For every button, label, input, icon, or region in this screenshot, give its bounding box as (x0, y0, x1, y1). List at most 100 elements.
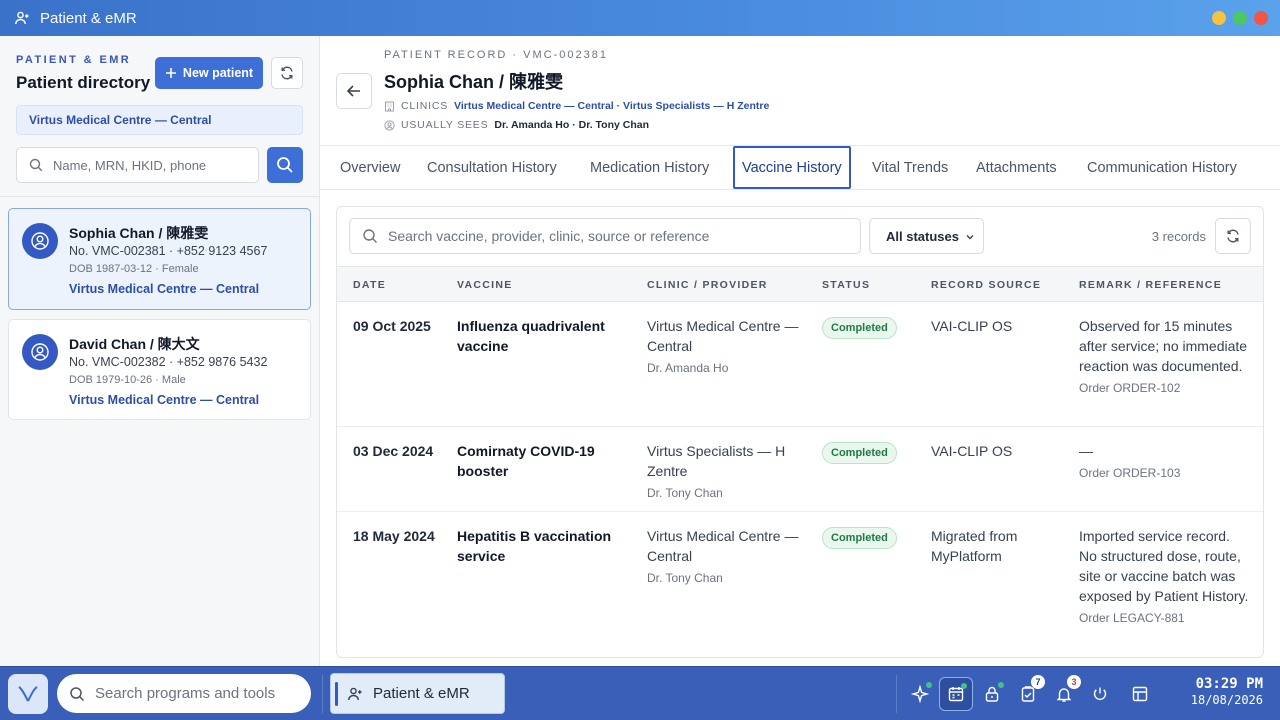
avatar (22, 223, 58, 259)
row-remark: Observed for 15 minutes after service; n… (1079, 316, 1249, 398)
row-source: VAI-CLIP OS (931, 318, 1013, 334)
refresh-directory-button[interactable] (271, 57, 303, 89)
patient-record-main: PATIENT RECORD · VMC-002381 Sophia Chan … (320, 36, 1280, 666)
vaccine-search-placeholder: Search vaccine, provider, clinic, source… (388, 228, 710, 244)
col-clinic-provider: CLINIC / PROVIDER (647, 279, 768, 291)
status-dot (998, 682, 1004, 688)
tab-overview[interactable]: Overview (340, 146, 400, 189)
power-icon (1093, 687, 1107, 701)
row-remark-text: — (1079, 443, 1093, 459)
status-filter-value: All statuses (886, 228, 959, 244)
table-row[interactable]: 03 Dec 2024 Comirnaty COVID-19 booster V… (337, 427, 1263, 512)
system-tray: 7 3 (896, 674, 1160, 714)
row-clinic: Virtus Medical Centre — Central (647, 318, 799, 354)
table-header: DATE VACCINE CLINIC / PROVIDER STATUS RE… (337, 266, 1263, 302)
record-clinics: CLINICS Virtus Medical Centre — Central … (384, 100, 769, 112)
taskbar-search-input[interactable]: Search programs and tools (57, 674, 311, 713)
patient-dob: DOB 1987-03-12 · Female (69, 263, 199, 275)
start-button[interactable] (8, 674, 48, 714)
status-badge: Completed (822, 317, 897, 339)
tab-communication-history[interactable]: Communication History (1087, 146, 1237, 189)
row-date: 18 May 2024 (353, 528, 435, 544)
patient-name: Sophia Chan / 陳雅雯 (69, 225, 209, 241)
status-badge: Completed (822, 527, 897, 549)
tab-medication-history[interactable]: Medication History (590, 146, 709, 189)
lock-button[interactable] (975, 677, 1009, 711)
new-patient-button[interactable]: New patient (155, 57, 263, 89)
tab-vital-trends[interactable]: Vital Trends (872, 146, 948, 189)
clock-time: 03:29 PM (1195, 676, 1263, 692)
maximize-button[interactable] (1233, 11, 1247, 25)
taskbar-app-label: Patient & eMR (373, 685, 470, 702)
row-source: Migrated from MyPlatform (931, 528, 1018, 564)
record-title: Sophia Chan / 陳雅雯 (384, 72, 564, 92)
search-icon (70, 686, 85, 701)
notifications-button[interactable]: 3 (1047, 675, 1081, 711)
vaccine-search-input[interactable]: Search vaccine, provider, clinic, source… (349, 218, 861, 254)
active-indicator (335, 682, 338, 706)
tasks-button[interactable]: 7 (1011, 675, 1045, 711)
tab-consultation-history[interactable]: Consultation History (427, 146, 557, 189)
building-icon (385, 101, 394, 111)
patient-card-sophia-chan[interactable]: Sophia Chan / 陳雅雯 No. VMC-002381 · +852 … (8, 208, 311, 310)
new-patient-label: New patient (182, 66, 254, 80)
tasks-count-badge: 7 (1031, 675, 1045, 689)
user-icon (31, 343, 49, 361)
col-remark-reference: REMARK / REFERENCE (1079, 279, 1222, 291)
clock-date: 18/08/2026 (1190, 693, 1263, 707)
calendar-button[interactable] (939, 677, 973, 711)
taskbar-clock[interactable]: 03:29 PM 18/08/2026 (1191, 676, 1263, 707)
row-order-ref: Order ORDER-103 (1079, 466, 1181, 480)
table-row[interactable]: 09 Oct 2025 Influenza quadrivalent vacci… (337, 302, 1263, 427)
patient-search-placeholder: Name, MRN, HKID, phone (53, 157, 207, 173)
row-date: 03 Dec 2024 (353, 443, 434, 459)
row-provider: Dr. Tony Chan (647, 486, 723, 500)
patient-clinic: Virtus Medical Centre — Central (69, 282, 260, 296)
arrow-left-icon (346, 85, 360, 97)
table-row[interactable]: 18 May 2024 Hepatitis B vaccination serv… (337, 512, 1263, 657)
row-remark: — Order ORDER-103 (1079, 441, 1249, 483)
layout-button[interactable] (1123, 677, 1157, 711)
record-usually-sees: USUALLY SEES Dr. Amanda Ho · Dr. Tony Ch… (384, 119, 649, 131)
row-clinic-provider: Virtus Specialists — H Zentre Dr. Tony C… (647, 441, 807, 503)
user-icon (31, 232, 49, 250)
usually-sees-label: USUALLY SEES (401, 119, 489, 131)
tab-vaccine-history[interactable]: Vaccine History (733, 146, 851, 189)
search-icon (277, 157, 293, 173)
patient-search-input[interactable]: Name, MRN, HKID, phone (16, 147, 259, 183)
usually-sees-value: Dr. Amanda Ho · Dr. Tony Chan (494, 119, 650, 131)
refresh-icon (281, 66, 293, 80)
sidebar-title: Patient directory (16, 73, 151, 92)
row-provider: Dr. Amanda Ho (647, 361, 729, 375)
sidebar-divider (0, 196, 319, 197)
taskbar-search-placeholder: Search programs and tools (95, 685, 276, 702)
row-provider: Dr. Tony Chan (647, 571, 723, 585)
patient-name: David Chan / 陳大文 (69, 336, 200, 352)
ai-assistant-button[interactable] (903, 677, 937, 711)
taskbar-app-patient-emr[interactable]: Patient & eMR (330, 673, 505, 714)
patient-card-david-chan[interactable]: David Chan / 陳大文 No. VMC-002382 · +852 9… (8, 319, 311, 420)
col-record-source: RECORD SOURCE (931, 279, 1042, 291)
row-vaccine: Influenza quadrivalent vaccine (457, 318, 605, 354)
row-clinic-provider: Virtus Medical Centre — Central Dr. Aman… (647, 316, 807, 378)
window-title: Patient & eMR (40, 9, 137, 27)
minimize-button[interactable] (1212, 11, 1226, 25)
row-clinic: Virtus Medical Centre — Central (647, 528, 799, 564)
record-count: 3 records (1151, 229, 1206, 244)
patient-clinic: Virtus Medical Centre — Central (69, 393, 260, 407)
close-button[interactable] (1254, 11, 1268, 25)
col-status: STATUS (822, 279, 871, 291)
start-logo-icon (18, 686, 38, 702)
record-tabs: Overview Consultation History Medication… (320, 145, 1280, 190)
row-order-ref: Order ORDER-102 (1079, 381, 1181, 395)
clinics-label: CLINICS (401, 100, 449, 112)
patient-app-icon (348, 687, 362, 700)
lock-icon (985, 686, 999, 702)
back-button[interactable] (336, 73, 372, 109)
clinic-filter-chip[interactable]: Virtus Medical Centre — Central (16, 105, 303, 135)
patient-search-button[interactable] (267, 147, 303, 183)
refresh-records-button[interactable] (1215, 218, 1251, 254)
power-button[interactable] (1083, 677, 1117, 711)
tab-attachments[interactable]: Attachments (976, 146, 1057, 189)
status-filter-select[interactable]: All statuses (869, 218, 984, 254)
